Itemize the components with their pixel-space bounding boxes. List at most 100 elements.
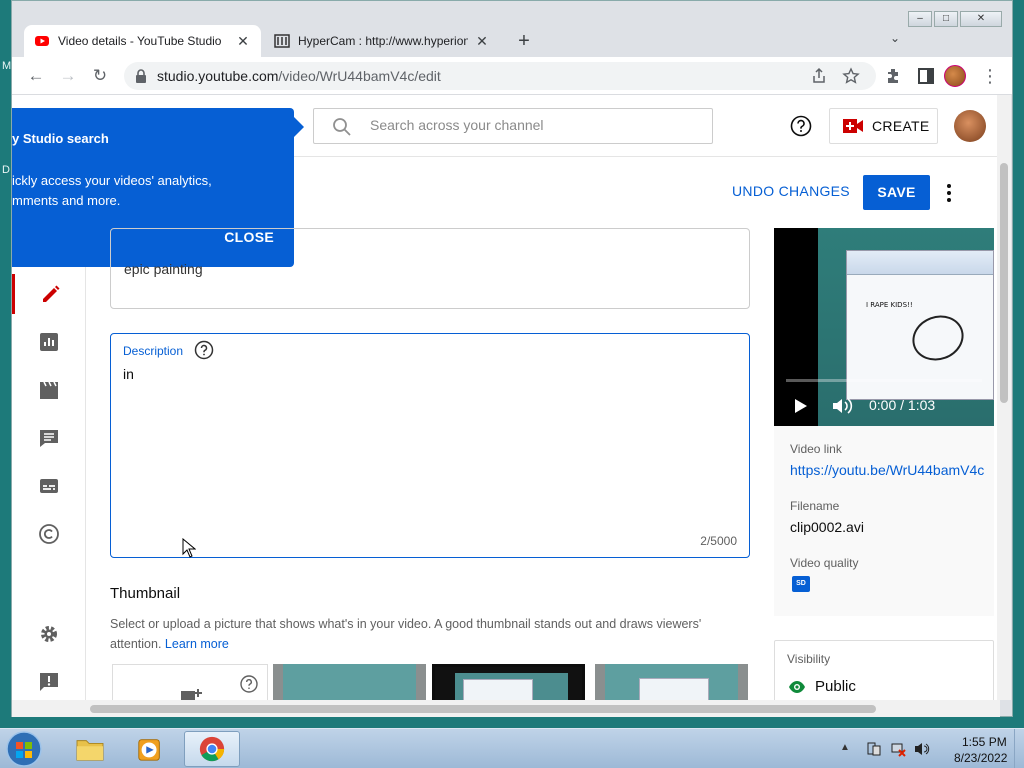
back-button[interactable]: ← xyxy=(24,65,48,87)
title-field[interactable]: epic painting xyxy=(110,228,750,309)
close-window-button[interactable]: ✕ xyxy=(960,11,1002,27)
thumbnail-description: Select or upload a picture that shows wh… xyxy=(110,614,750,654)
help-icon[interactable] xyxy=(240,675,258,693)
rail-item-settings[interactable] xyxy=(12,614,86,654)
add-image-icon xyxy=(181,689,202,700)
channel-search[interactable] xyxy=(313,108,713,144)
search-icon xyxy=(333,118,351,136)
action-center-icon[interactable] xyxy=(866,741,882,757)
scrollbar-thumb[interactable] xyxy=(90,705,876,713)
rail-item-subtitles[interactable] xyxy=(12,466,86,506)
tab-close-icon[interactable]: ✕ xyxy=(474,33,490,50)
video-link[interactable]: https://youtu.be/WrU44bamV4c xyxy=(790,462,984,478)
filename-label: Filename xyxy=(790,499,840,513)
lock-icon[interactable] xyxy=(134,68,148,84)
filename-value: clip0002.avi xyxy=(790,519,864,535)
video-progress-bar[interactable] xyxy=(786,379,982,382)
video-preview[interactable]: I RAPE KIDS!! 0:00 / 1:03 xyxy=(774,228,994,426)
create-label: CREATE xyxy=(872,118,930,134)
tab-youtube-studio[interactable]: Video details - YouTube Studio ✕ xyxy=(24,25,261,57)
rail-item-comments[interactable] xyxy=(12,418,86,458)
gear-icon xyxy=(41,626,57,642)
chevron-down-icon[interactable]: ⌄ xyxy=(890,31,900,45)
horizontal-scrollbar[interactable] xyxy=(12,700,1000,717)
tab-hypercam[interactable]: HyperCam : http://www.hyperionic ✕ xyxy=(264,25,500,57)
url-text: studio.youtube.com/video/WrU44bamV4c/edi… xyxy=(157,68,441,84)
auto-thumbnail-option-selected[interactable] xyxy=(432,664,585,700)
start-button[interactable] xyxy=(4,730,44,768)
auto-thumbnail-option[interactable] xyxy=(273,664,426,700)
maximize-button[interactable]: □ xyxy=(934,11,958,27)
network-error-icon[interactable] xyxy=(890,741,906,757)
thumbnail-window-preview xyxy=(463,679,533,700)
taskbar-media-player[interactable] xyxy=(122,731,178,767)
volume-icon[interactable] xyxy=(832,397,854,415)
thumbnail-image xyxy=(455,673,568,700)
video-paint-ribbon xyxy=(847,251,993,275)
show-desktop-button[interactable] xyxy=(1014,729,1024,768)
search-input[interactable] xyxy=(370,117,700,133)
clock-date[interactable]: 8/23/2022 xyxy=(954,751,1007,765)
reload-button[interactable]: ↻ xyxy=(88,65,112,87)
create-button[interactable]: CREATE xyxy=(829,108,938,144)
copyright-icon xyxy=(39,524,59,544)
description-field[interactable]: Description in 2/5000 xyxy=(110,333,750,558)
menu-kebab-icon[interactable]: ⋮ xyxy=(980,66,1000,86)
clapperboard-icon xyxy=(40,381,58,399)
visibility-label: Visibility xyxy=(787,652,831,666)
channel-avatar[interactable] xyxy=(954,110,986,142)
taskbar-explorer[interactable] xyxy=(62,731,118,767)
rail-item-details[interactable] xyxy=(12,274,86,314)
scrollbar-thumb[interactable] xyxy=(1000,163,1008,403)
subtitles-icon xyxy=(40,479,58,493)
chrome-icon xyxy=(199,736,225,762)
folder-icon xyxy=(76,740,104,761)
tab-close-icon[interactable]: ✕ xyxy=(235,33,251,50)
youtube-icon xyxy=(35,36,49,46)
studio-page: CREATE y Studio search ickly acc xyxy=(12,95,1000,700)
url-host: studio.youtube.com xyxy=(157,68,279,84)
upload-thumbnail-button[interactable] xyxy=(112,664,268,700)
learn-more-link[interactable]: Learn more xyxy=(165,637,229,651)
vertical-scrollbar[interactable] xyxy=(997,95,1011,700)
address-bar[interactable]: studio.youtube.com/video/WrU44bamV4c/edi… xyxy=(124,62,876,90)
thumbnail-image xyxy=(283,664,416,700)
forward-button[interactable]: → xyxy=(56,65,80,87)
play-icon[interactable] xyxy=(794,398,808,414)
thumbnail-heading: Thumbnail xyxy=(110,585,181,602)
visibility-selector[interactable]: Visibility Public xyxy=(774,640,994,700)
title-value: epic painting xyxy=(124,261,203,277)
undo-changes-button[interactable]: UNDO CHANGES xyxy=(732,183,850,199)
browser-toolbar: ← → ↻ studio.youtube.com/video/WrU44bamV… xyxy=(12,57,1012,95)
window-controls: – □ ✕ xyxy=(908,11,1002,27)
help-icon[interactable] xyxy=(194,340,214,360)
auto-thumbnail-option[interactable] xyxy=(595,664,748,700)
rail-item-copyright[interactable] xyxy=(12,514,86,554)
minimize-button[interactable]: – xyxy=(908,11,932,27)
rail-item-editor[interactable] xyxy=(12,370,86,410)
visibility-value: Public xyxy=(815,678,856,695)
extensions-icon[interactable] xyxy=(884,66,904,86)
analytics-icon xyxy=(40,333,58,351)
system-tray: ▲ 1:55 PM 8/23/2022 xyxy=(834,729,1024,768)
more-options-icon[interactable] xyxy=(939,181,959,205)
show-hidden-icons-arrow[interactable]: ▲ xyxy=(840,742,850,753)
rail-item-feedback[interactable] xyxy=(12,662,86,700)
thumbnail-image xyxy=(605,664,738,700)
video-link-label: Video link xyxy=(790,442,842,456)
profile-avatar[interactable] xyxy=(944,65,966,87)
rail-item-analytics[interactable] xyxy=(12,322,86,362)
volume-icon[interactable] xyxy=(914,741,930,757)
description-label: Description xyxy=(123,344,184,358)
taskbar-chrome[interactable] xyxy=(184,731,240,767)
share-icon[interactable] xyxy=(810,67,828,85)
help-icon[interactable] xyxy=(790,115,812,137)
video-timestamp: 0:00 / 1:03 xyxy=(869,397,936,413)
video-frame-text: I RAPE KIDS!! xyxy=(866,301,913,309)
star-icon[interactable] xyxy=(842,67,860,85)
pencil-icon xyxy=(42,285,59,302)
side-panel-icon[interactable] xyxy=(916,66,936,86)
clock-time[interactable]: 1:55 PM xyxy=(962,735,1007,749)
save-button[interactable]: SAVE xyxy=(863,175,930,210)
new-tab-button[interactable]: + xyxy=(512,29,536,53)
